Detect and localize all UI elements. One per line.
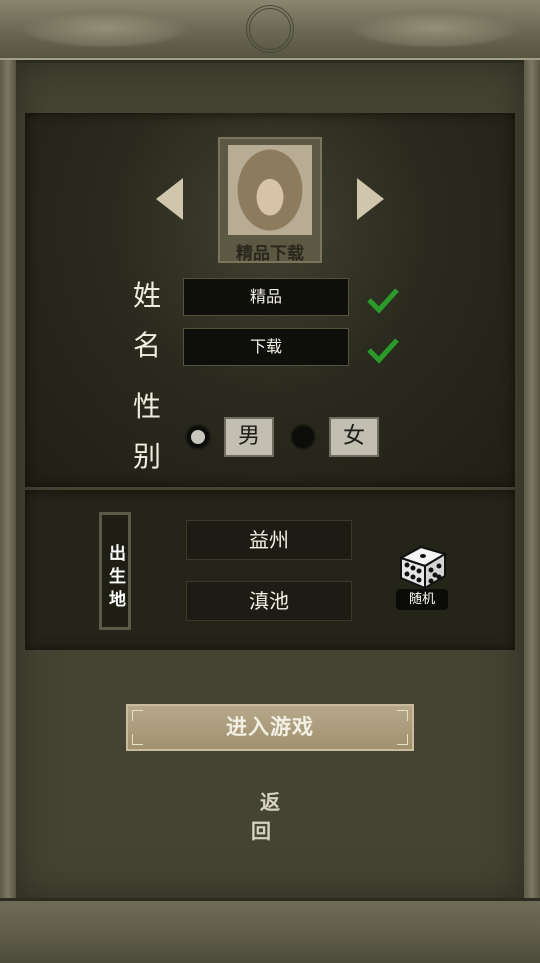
origin-region-field[interactable]: 益州 xyxy=(186,520,352,560)
origin-label: 出生地 xyxy=(99,512,131,630)
bottom-ornament-band xyxy=(0,898,540,963)
origin-city-field[interactable]: 滇池 xyxy=(186,581,352,621)
back-button[interactable]: 返 回 xyxy=(220,786,320,843)
portrait-card[interactable]: 精品下载 xyxy=(218,137,322,264)
radio-selected-dot xyxy=(191,430,205,444)
dice-icon[interactable] xyxy=(397,544,449,590)
portrait-name: 精品下载 xyxy=(236,244,304,264)
given-name-label: 名 xyxy=(133,329,162,362)
right-frame xyxy=(524,60,540,898)
enter-game-label: 进入游戏 xyxy=(226,715,314,739)
corner-ornament xyxy=(397,734,408,745)
surname-field[interactable]: 精品 xyxy=(183,278,349,316)
corner-ornament xyxy=(132,734,143,745)
corner-ornament xyxy=(397,710,408,721)
gender-label-top: 性 xyxy=(133,390,162,423)
dragon-ornament-left xyxy=(20,8,190,48)
gender-female-radio[interactable] xyxy=(290,424,316,450)
arrow-right-icon[interactable] xyxy=(357,178,384,220)
random-button-label[interactable]: 随机 xyxy=(396,589,448,610)
gender-female-button[interactable]: 女 xyxy=(329,417,379,457)
top-ornament-band xyxy=(0,0,540,63)
left-frame xyxy=(0,60,16,898)
medallion-ornament xyxy=(246,5,294,53)
gender-male-radio[interactable] xyxy=(185,424,211,450)
gender-male-button[interactable]: 男 xyxy=(224,417,274,457)
dragon-ornament-right xyxy=(350,8,520,48)
arrow-left-icon[interactable] xyxy=(156,178,183,220)
corner-ornament xyxy=(132,710,143,721)
given-name-field[interactable]: 下载 xyxy=(183,328,349,366)
check-icon xyxy=(367,338,399,364)
check-icon xyxy=(367,288,399,314)
portrait-image xyxy=(228,145,312,235)
enter-game-button[interactable]: 进入游戏 xyxy=(126,704,414,751)
gender-label-bottom: 别 xyxy=(133,440,162,473)
surname-label: 姓 xyxy=(133,279,162,312)
